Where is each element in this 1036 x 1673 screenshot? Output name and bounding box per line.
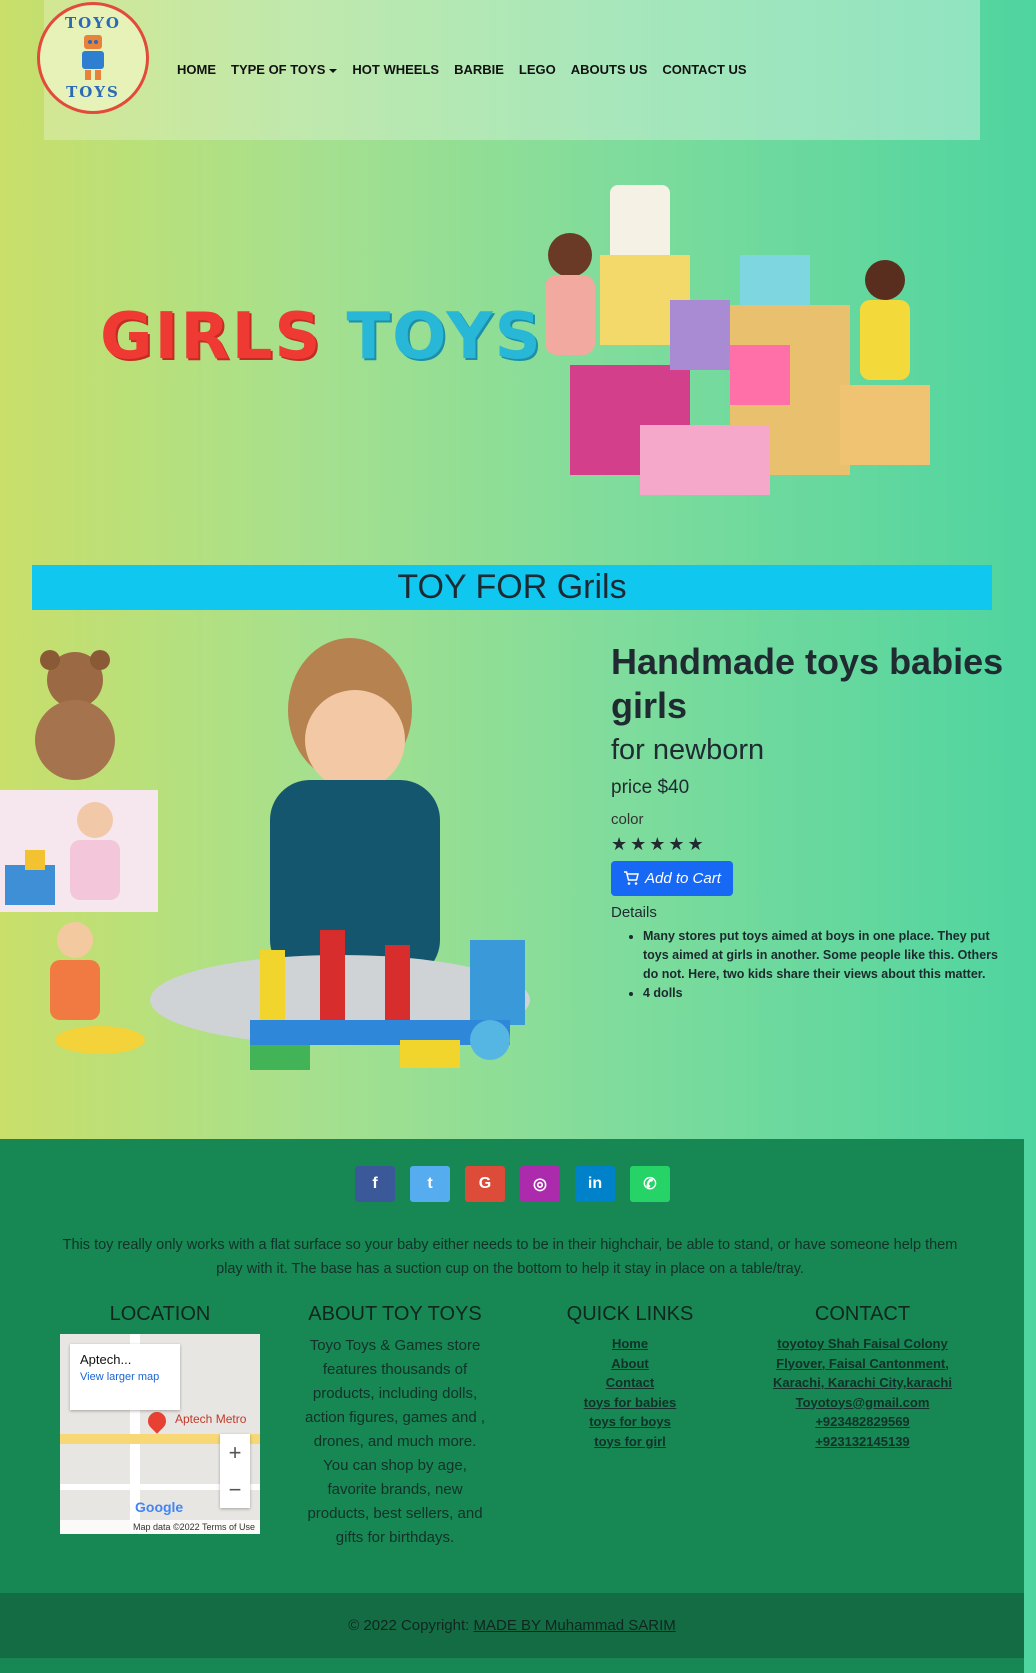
quick-links-title: QUICK LINKS [566,1303,694,1325]
footer-description: This toy really only works with a flat s… [62,1237,958,1277]
copyright-text: © 2022 Copyright: [348,1617,470,1634]
details-item: 4 dolls [643,984,1011,1003]
map-info-card: Aptech... View larger map [70,1344,180,1410]
map-pin-icon [144,1408,170,1434]
copyright-author-link[interactable]: MADE BY Muhammad SARIM [474,1617,676,1634]
details-list: Many stores put toys aimed at boys in on… [611,927,1011,1003]
zoom-in-button[interactable]: + [220,1434,250,1471]
map-embed[interactable]: Aptech Metro Aptech... View larger map +… [60,1334,260,1534]
about-column: ABOUT TOY TOYS Toyo Toys & Games store f… [290,1303,500,1550]
robot-icon [76,35,110,81]
contact-address[interactable]: toyotoy Shah Faisal Colony Flyover, Fais… [770,1334,955,1393]
nav-contact-us[interactable]: CONTACT US [662,62,746,77]
contact-phone[interactable]: +923482829569 [770,1412,955,1432]
logo[interactable]: TOYO TOYS [37,2,149,114]
add-to-cart-button[interactable]: Add to Cart [611,861,733,896]
product-title: Handmade toys babies girls [611,641,1004,726]
product-color-label: color [611,811,644,828]
instagram-icon[interactable]: ◎ [520,1166,560,1202]
about-title: ABOUT TOY TOYS [308,1303,482,1325]
side-thumbnails [0,650,158,1054]
map-marker-label: Aptech Metro [175,1412,247,1426]
section-title-bar: TOY FOR Grils [32,565,992,610]
footer-link-home[interactable]: Home [545,1334,715,1354]
social-buttons: f t G ◎ in ✆ [355,1166,670,1202]
map-place-name: Aptech... [80,1352,132,1367]
add-to-cart-label: Add to Cart [645,870,721,887]
nav-barbie[interactable]: BARBIE [454,62,504,77]
google-icon[interactable]: G [465,1166,505,1202]
product-main-image [150,638,530,1070]
hero-image [545,185,930,495]
details-item: Many stores put toys aimed at boys in on… [643,927,1011,984]
navbar: TOYO TOYS HOME TYPE OF TOYS HOT WHEELS B… [37,0,980,140]
footer-link-toys-for-babies[interactable]: toys for babies [545,1393,715,1413]
contact-phone[interactable]: +923132145139 [770,1432,955,1452]
product-info: Handmade toys babies girls for newborn p… [611,640,1011,1003]
footer-link-contact[interactable]: Contact [545,1373,715,1393]
logo-top-text: TOYO [64,14,121,32]
star-rating: ★★★★★ [611,834,707,854]
caret-down-icon [329,68,338,73]
map-zoom-controls: + − [220,1434,250,1508]
product-subtitle: for newborn [611,734,765,766]
nav-home[interactable]: HOME [177,62,216,77]
contact-title: CONTACT [814,1303,911,1325]
map-view-larger-link[interactable]: View larger map [80,1371,170,1383]
whatsapp-icon[interactable]: ✆ [630,1166,670,1202]
about-text: Toyo Toys & Games store features thousan… [304,1337,486,1546]
details-label: Details [611,904,657,921]
cart-icon [624,871,639,885]
hero-word-toys: TOYS [346,300,543,374]
nav-type-of-toys-label: TYPE OF TOYS [231,62,326,77]
facebook-icon[interactable]: f [355,1166,395,1202]
product-price: price $40 [611,777,690,798]
hero-word-girls: GIRLS [100,300,323,374]
nav-type-of-toys[interactable]: TYPE OF TOYS [231,62,338,77]
footer-link-toys-for-boys[interactable]: toys for boys [545,1412,715,1432]
nav-hot-wheels[interactable]: HOT WHEELS [352,62,439,77]
location-title: LOCATION [109,1303,211,1325]
twitter-icon[interactable]: t [410,1166,450,1202]
linkedin-icon[interactable]: in [575,1166,615,1202]
zoom-out-button[interactable]: − [220,1471,250,1508]
quick-links-column: QUICK LINKS Home About Contact toys for … [545,1303,715,1451]
copyright-bar: © 2022 Copyright: MADE BY Muhammad SARIM [0,1593,1024,1658]
contact-email[interactable]: Toyotoys@gmail.com [770,1393,955,1413]
location-column: LOCATION Aptech Metro Aptech... View lar… [60,1303,260,1534]
hero-title: GIRLS TOYS [100,300,543,374]
logo-bottom-text: TOYS [66,83,120,101]
nav-lego[interactable]: LEGO [519,62,556,77]
map-brand: Google [135,1499,184,1515]
map-attribution: Map data ©2022 Terms of Use [60,1520,260,1534]
nav-about-us[interactable]: ABOUTS US [571,62,648,77]
footer-link-toys-for-girl[interactable]: toys for girl [545,1432,715,1452]
footer-link-about[interactable]: About [545,1354,715,1374]
contact-column: CONTACT toyotoy Shah Faisal Colony Flyov… [770,1303,955,1451]
footer: f t G ◎ in ✆ This toy really only works … [0,1139,1024,1673]
nav-links: HOME TYPE OF TOYS HOT WHEELS BARBIE LEGO… [177,62,762,77]
